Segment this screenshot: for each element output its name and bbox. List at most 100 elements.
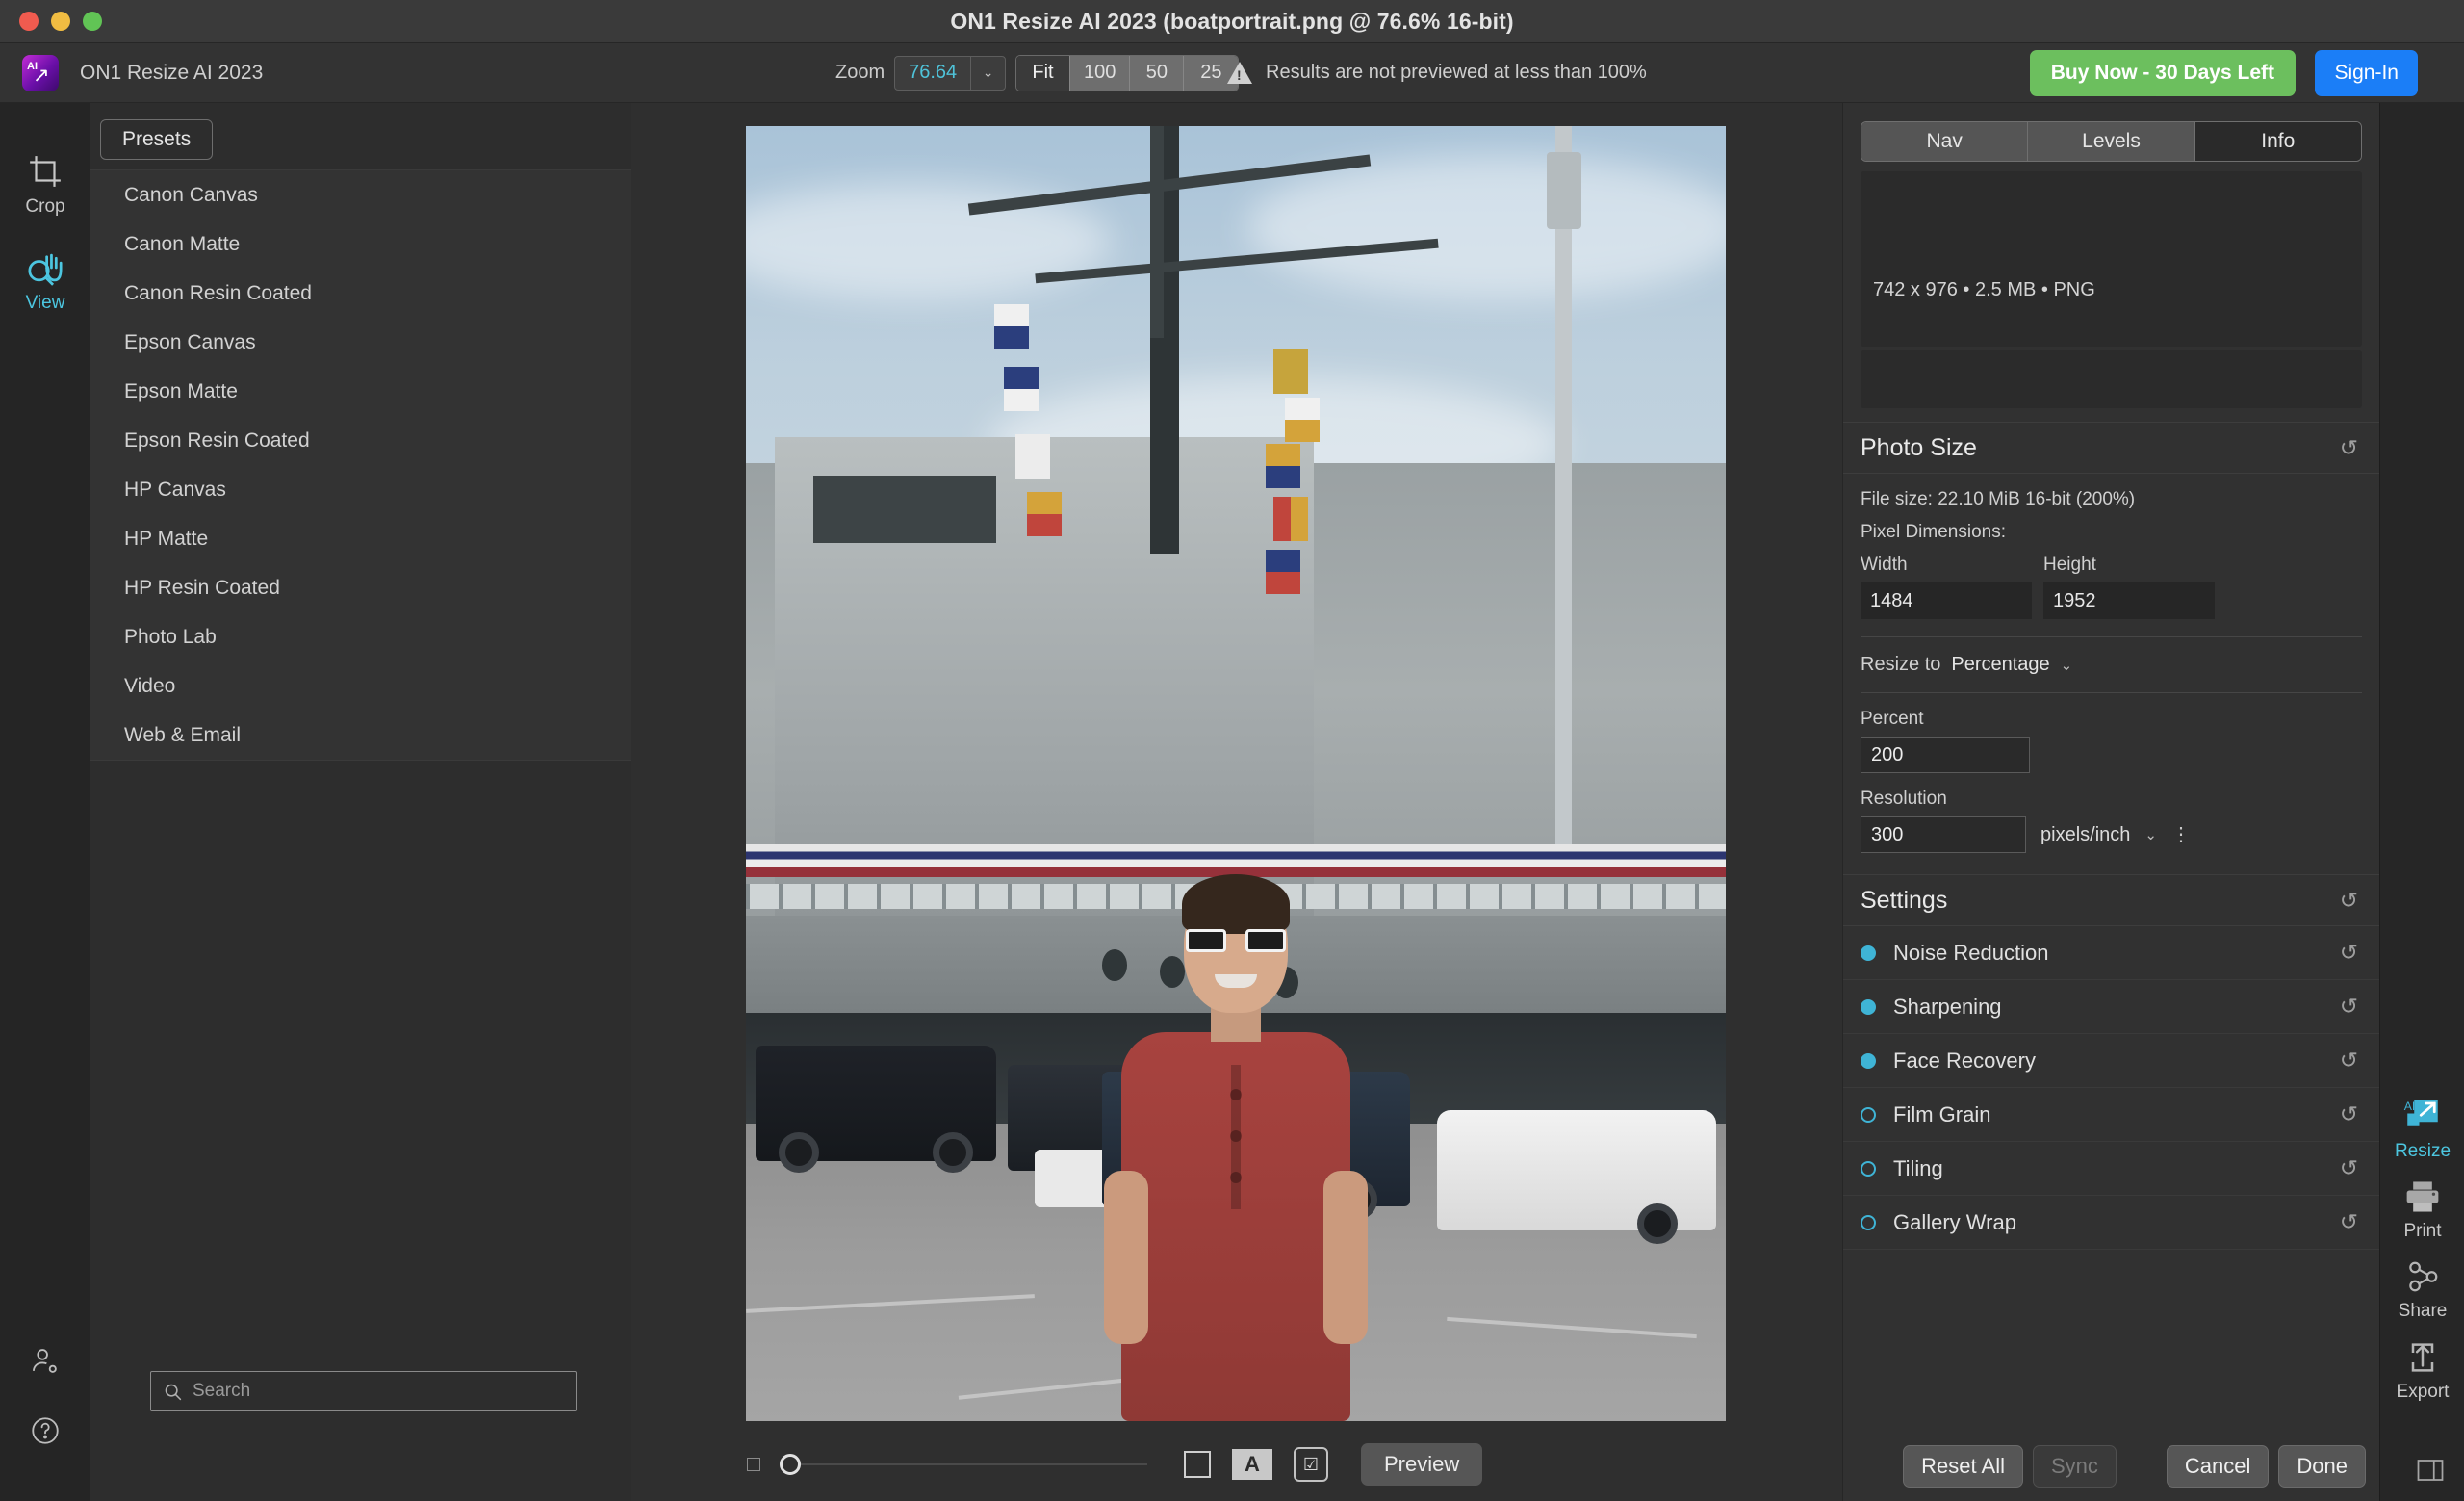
tool-crop[interactable]: Crop (0, 149, 90, 218)
list-item[interactable]: Epson Resin Coated (90, 416, 631, 465)
tool-crop-label: Crop (0, 196, 90, 218)
resolution-input[interactable]: 300 (1861, 816, 2026, 853)
module-resize[interactable]: AI Resize (2380, 1095, 2464, 1162)
list-item[interactable]: Photo Lab (90, 612, 631, 661)
slider-knob-icon[interactable] (780, 1454, 801, 1475)
reset-icon[interactable]: ↺ (2340, 1155, 2358, 1181)
file-size-text: File size: 22.10 MiB 16-bit (200%) (1861, 489, 2362, 510)
reset-photo-size-icon[interactable]: ↺ (2340, 435, 2358, 461)
module-export-label: Export (2380, 1382, 2464, 1403)
list-item[interactable]: Canon Canvas (90, 170, 631, 220)
setting-sharpening[interactable]: Sharpening ↺ (1843, 980, 2379, 1034)
list-item[interactable]: HP Canvas (90, 465, 631, 514)
photo-size-header: Photo Size ↺ (1843, 422, 2379, 474)
small-square-icon[interactable] (747, 1458, 760, 1471)
sync-button: Sync (2033, 1445, 2117, 1488)
reset-icon[interactable]: ↺ (2340, 1048, 2358, 1074)
opacity-slider-track[interactable] (801, 1463, 1147, 1465)
chevron-down-icon[interactable]: ⌄ (970, 57, 1005, 90)
reset-icon[interactable]: ↺ (2340, 994, 2358, 1020)
module-print[interactable]: Print (2380, 1175, 2464, 1242)
sign-in-button[interactable]: Sign-In (2315, 50, 2418, 96)
right-module-rail: AI Resize Print (2379, 103, 2464, 1501)
sunglasses-icon (1186, 925, 1286, 952)
resize-to-row[interactable]: Resize to Percentage ⌄ (1861, 654, 2362, 676)
view-hand-icon (0, 246, 90, 290)
presets-panel: Presets Canon Canvas Canon Matte Canon R… (90, 103, 631, 1501)
compare-square-icon[interactable] (1184, 1451, 1211, 1478)
module-resize-label: Resize (2380, 1141, 2464, 1162)
tab-nav[interactable]: Nav (1861, 122, 2028, 161)
setting-gallery-wrap[interactable]: Gallery Wrap ↺ (1843, 1196, 2379, 1250)
buy-now-button[interactable]: Buy Now - 30 Days Left (2030, 50, 2296, 96)
list-item[interactable]: Epson Canvas (90, 318, 631, 367)
fullscreen-toggle-icon[interactable] (2416, 1458, 2445, 1488)
search-input[interactable] (192, 1381, 558, 1402)
letter-a-icon[interactable]: A (1232, 1449, 1272, 1480)
top-toolbar: AI↗ ON1 Resize AI 2023 Zoom 76.64 ⌄ Fit … (0, 43, 2464, 103)
chevron-down-icon[interactable]: ⌄ (2144, 826, 2157, 843)
percent-input[interactable]: 200 (1861, 737, 2030, 773)
list-item[interactable]: Video (90, 661, 631, 711)
reset-icon[interactable]: ↺ (2340, 1101, 2358, 1127)
signal-flag (1015, 434, 1050, 479)
tab-presets[interactable]: Presets (100, 119, 213, 160)
preview-button[interactable]: Preview (1361, 1443, 1482, 1486)
resolution-unit-value[interactable]: pixels/inch (2040, 824, 2130, 846)
zoom-control: Zoom 76.64 ⌄ (835, 56, 1006, 91)
chevron-down-icon[interactable]: ⌄ (2061, 657, 2073, 674)
setting-film-grain[interactable]: Film Grain ↺ (1843, 1088, 2379, 1142)
tool-view[interactable]: View (0, 246, 90, 314)
height-input[interactable]: 1952 (2043, 582, 2215, 619)
toggle-dot-icon[interactable] (1861, 999, 1876, 1015)
search-box[interactable] (150, 1371, 577, 1411)
fit-button[interactable]: Fit (1016, 56, 1070, 91)
divider (1861, 636, 2362, 637)
zoom-value[interactable]: 76.64 (895, 62, 970, 84)
toggle-dot-icon[interactable] (1861, 945, 1876, 961)
list-item[interactable]: HP Matte (90, 514, 631, 563)
tab-info[interactable]: Info (2195, 122, 2361, 161)
module-export[interactable]: Export (2380, 1335, 2464, 1403)
soft-proof-icon[interactable]: ☑ (1294, 1447, 1328, 1482)
reset-settings-icon[interactable]: ↺ (2340, 888, 2358, 914)
help-icon[interactable] (0, 1414, 90, 1447)
toggle-dot-icon[interactable] (1861, 1107, 1876, 1123)
module-share[interactable]: Share (2380, 1255, 2464, 1322)
toggle-dot-icon[interactable] (1861, 1215, 1876, 1230)
share-nodes-icon (2380, 1255, 2464, 1299)
tab-levels[interactable]: Levels (2028, 122, 2194, 161)
zoom-100-button[interactable]: 100 (1070, 56, 1130, 91)
photo-preview[interactable] (746, 126, 1726, 1421)
list-item[interactable]: Canon Matte (90, 220, 631, 269)
list-item[interactable]: Epson Matte (90, 367, 631, 416)
list-item[interactable]: HP Resin Coated (90, 563, 631, 612)
user-settings-icon[interactable] (0, 1345, 90, 1378)
divider (1861, 692, 2362, 693)
zoom-field[interactable]: 76.64 ⌄ (894, 56, 1006, 91)
setting-tiling[interactable]: Tiling ↺ (1843, 1142, 2379, 1196)
resize-to-value[interactable]: Percentage (1951, 654, 2049, 676)
more-options-icon[interactable]: ⋮ (2171, 829, 2191, 841)
left-tool-rail: Crop View (0, 103, 90, 1501)
setting-noise-reduction[interactable]: Noise Reduction ↺ (1843, 926, 2379, 980)
done-button[interactable]: Done (2278, 1445, 2366, 1488)
mast-upper (1150, 126, 1164, 338)
island-top-block (813, 476, 996, 543)
width-input[interactable]: 1484 (1861, 582, 2032, 619)
resolution-row: 300 pixels/inch ⌄ ⋮ (1861, 816, 2362, 853)
signal-flag (994, 304, 1029, 349)
shirt-button (1230, 1172, 1242, 1183)
reset-all-button[interactable]: Reset All (1903, 1445, 2023, 1488)
list-item[interactable]: Web & Email (90, 711, 631, 760)
toggle-dot-icon[interactable] (1861, 1053, 1876, 1069)
list-item[interactable]: Canon Resin Coated (90, 269, 631, 318)
action-buttons: Reset All Sync Cancel Done (1903, 1445, 2366, 1488)
setting-face-recovery[interactable]: Face Recovery ↺ (1843, 1034, 2379, 1088)
reset-icon[interactable]: ↺ (2340, 1209, 2358, 1235)
settings-header: Settings ↺ (1843, 874, 2379, 926)
toggle-dot-icon[interactable] (1861, 1161, 1876, 1177)
cancel-button[interactable]: Cancel (2167, 1445, 2269, 1488)
reset-icon[interactable]: ↺ (2340, 940, 2358, 966)
zoom-50-button[interactable]: 50 (1130, 56, 1184, 91)
